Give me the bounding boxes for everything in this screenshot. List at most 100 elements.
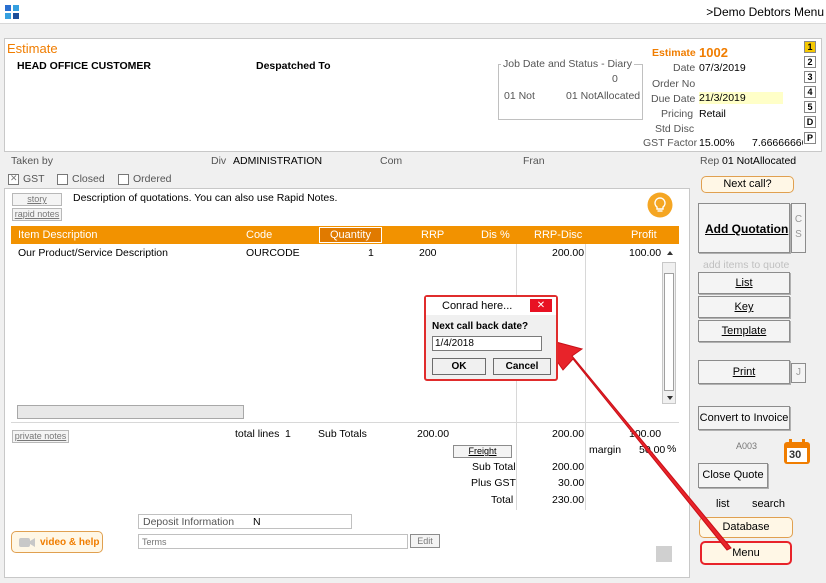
ordered-checkbox[interactable] xyxy=(118,173,129,185)
video-help-button[interactable]: video & help xyxy=(11,531,103,553)
margin-value: 50.00 xyxy=(639,444,666,456)
quotation-description[interactable]: Description of quotations. You can also … xyxy=(73,192,337,204)
terms-input[interactable] xyxy=(138,534,408,549)
date-label: Date xyxy=(673,62,696,74)
calendar-icon[interactable]: 30 xyxy=(783,439,811,465)
despatched-to-label[interactable]: Despatched To xyxy=(256,60,330,72)
add-quotation-button[interactable]: Add Quotation xyxy=(698,203,790,253)
due-date-label: Due Date xyxy=(651,93,696,105)
close-icon[interactable]: ✕ xyxy=(530,299,552,312)
add-quotation-label: Add Quotation xyxy=(705,222,789,236)
cell-rrp-disc[interactable]: 200.00 xyxy=(552,247,584,259)
rep-value[interactable]: 01 NotAllocated xyxy=(722,155,796,167)
print-button[interactable]: Print xyxy=(698,360,790,384)
div-label: Div xyxy=(211,155,227,167)
scroll-down-icon[interactable] xyxy=(666,394,674,402)
gst-checkbox-label: GST xyxy=(23,173,45,186)
deposit-value[interactable]: N xyxy=(253,516,261,528)
ordered-checkbox-group[interactable]: Ordered xyxy=(118,173,172,185)
margin-label: margin xyxy=(589,444,622,456)
total-lines-value: 1 xyxy=(285,428,291,440)
resize-grip[interactable] xyxy=(656,546,672,562)
date-value[interactable]: 07/3/2019 xyxy=(699,62,746,74)
doc-type-title: Estimate xyxy=(7,41,58,56)
gst-checkbox[interactable] xyxy=(8,173,19,185)
sub-total-value: 200.00 xyxy=(552,461,585,473)
page-tab-d[interactable]: D xyxy=(804,116,816,128)
sub-totals-rrp: 200.00 xyxy=(417,428,450,440)
list-link[interactable]: list xyxy=(716,498,729,510)
gst-checkbox-group[interactable]: GST xyxy=(8,173,45,185)
list-button[interactable]: List xyxy=(698,272,790,294)
story-button[interactable]: story xyxy=(12,193,62,206)
due-date-field[interactable]: 21/3/2019 xyxy=(699,92,783,104)
estimate-number: 1002 xyxy=(699,45,728,60)
account-code: A003 xyxy=(736,441,758,451)
grid-divider xyxy=(585,244,586,510)
gst-factor-extra: 7.66666666 xyxy=(752,137,803,149)
key-button[interactable]: Key xyxy=(698,296,790,318)
freight-button[interactable]: Freight xyxy=(453,445,512,458)
page-tab-1[interactable]: 1 xyxy=(804,41,816,53)
convert-to-invoice-button[interactable]: Convert to Invoice xyxy=(698,406,790,430)
template-button[interactable]: Template xyxy=(698,320,790,342)
closed-checkbox-label: Closed xyxy=(72,173,105,186)
deposit-label: Deposit Information xyxy=(143,516,235,528)
database-button[interactable]: Database xyxy=(699,517,793,538)
scroll-up-icon[interactable] xyxy=(666,249,674,257)
search-link[interactable]: search xyxy=(752,498,785,510)
plus-gst-label: Plus GST xyxy=(471,477,516,489)
sub-totals-profit: 100.00 xyxy=(629,428,662,440)
private-notes-button[interactable]: private notes xyxy=(12,430,69,443)
next-call-button[interactable]: Next call? xyxy=(701,176,794,193)
page-tab-p[interactable]: P xyxy=(804,132,816,144)
horizontal-scrollbar[interactable] xyxy=(17,405,244,419)
next-call-dialog: Conrad here... ✕ Next call back date? OK… xyxy=(424,295,558,381)
div-value[interactable]: ADMINISTRATION xyxy=(233,155,322,167)
menu-button[interactable]: Menu xyxy=(700,541,792,565)
col-dis[interactable]: Dis % xyxy=(481,229,510,241)
table-row[interactable]: Our Product/Service Description OURCODE … xyxy=(11,247,661,261)
page-tab-5[interactable]: 5 xyxy=(804,101,816,113)
cell-rrp[interactable]: 200 xyxy=(419,247,437,259)
vertical-scrollbar[interactable] xyxy=(662,262,676,404)
scroll-thumb[interactable] xyxy=(664,273,674,391)
close-quote-button[interactable]: Close Quote xyxy=(698,463,768,488)
col-quantity[interactable]: Quantity xyxy=(319,227,382,243)
cs-button[interactable]: C S xyxy=(791,203,806,253)
app-grid-icon[interactable] xyxy=(4,4,20,20)
print-options-button[interactable]: J xyxy=(791,363,806,383)
callback-date-input[interactable] xyxy=(432,336,542,351)
diary-count: 0 xyxy=(612,73,618,85)
plus-gst-value: 30.00 xyxy=(558,477,585,489)
col-item-description[interactable]: Item Description xyxy=(18,229,97,241)
closed-checkbox[interactable] xyxy=(57,173,68,185)
cell-profit[interactable]: 100.00 xyxy=(629,247,661,259)
closed-checkbox-group[interactable]: Closed xyxy=(57,173,105,185)
cell-code[interactable]: OURCODE xyxy=(246,247,300,259)
col-rrp[interactable]: RRP xyxy=(421,229,444,241)
col-profit[interactable]: Profit xyxy=(631,229,657,241)
items-grid-header: Item Description Code Quantity RRP Dis %… xyxy=(11,226,679,244)
page-tab-2[interactable]: 2 xyxy=(804,56,816,68)
lightbulb-icon[interactable] xyxy=(647,192,673,218)
rep-label: Rep xyxy=(700,155,720,167)
col-rrp-disc[interactable]: RRP-Disc xyxy=(534,229,582,241)
video-help-label: video & help xyxy=(40,537,100,548)
dialog-titlebar[interactable]: Conrad here... ✕ xyxy=(426,297,556,315)
cell-quantity[interactable]: 1 xyxy=(368,247,374,259)
col-code[interactable]: Code xyxy=(246,229,272,241)
page-tab-4[interactable]: 4 xyxy=(804,86,816,98)
total-label: Total xyxy=(491,494,514,506)
page-tab-3[interactable]: 3 xyxy=(804,71,816,83)
ok-button[interactable]: OK xyxy=(432,358,486,375)
gst-factor-value[interactable]: 15.00% xyxy=(699,137,735,149)
customer-name[interactable]: HEAD OFFICE CUSTOMER xyxy=(17,60,151,72)
edit-terms-button[interactable]: Edit xyxy=(410,534,440,548)
pricing-value[interactable]: Retail xyxy=(699,108,726,120)
deposit-info-field[interactable]: Deposit Information N xyxy=(138,514,352,529)
cell-description[interactable]: Our Product/Service Description xyxy=(18,247,168,259)
estimate-number-label: Estimate xyxy=(652,47,696,59)
rapid-notes-button[interactable]: rapid notes xyxy=(12,208,62,221)
cancel-button[interactable]: Cancel xyxy=(493,358,551,375)
